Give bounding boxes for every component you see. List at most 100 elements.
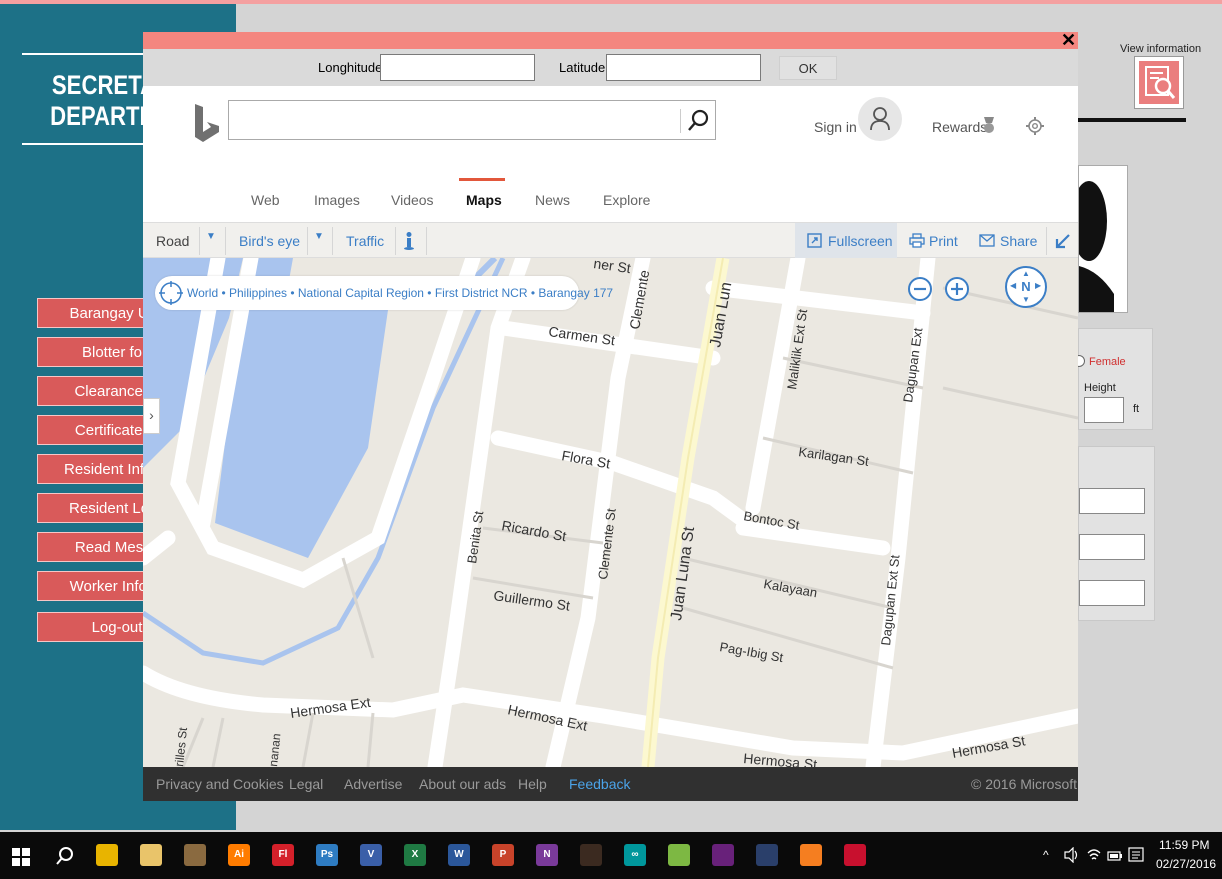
battery-icon[interactable] — [1107, 849, 1123, 867]
dev-icon[interactable] — [756, 844, 778, 866]
visio-icon[interactable]: V — [360, 844, 382, 866]
longitude-label: Longhitude: — [318, 60, 386, 75]
share-mail-icon[interactable] — [979, 234, 995, 252]
bing-header: Sign in Rewards Web Images Videos Maps N… — [143, 86, 1078, 222]
height-label: Height — [1084, 382, 1116, 394]
streetside-person-icon[interactable] — [402, 231, 416, 256]
tab-maps[interactable]: Maps — [466, 192, 502, 208]
action-center-icon[interactable] — [1128, 847, 1144, 868]
street-map: Carmen St Clemente Juan Lun Maliklik Ext… — [143, 258, 1078, 767]
birds-eye-dropdown-chevron-icon[interactable]: ▼ — [314, 231, 324, 242]
female-label: Female — [1089, 356, 1126, 368]
street-label: nanan — [266, 733, 283, 767]
height-input[interactable] — [1084, 397, 1124, 423]
toolbar-separator — [199, 227, 200, 255]
view-information-label: View information — [1120, 43, 1202, 55]
compass-icon[interactable]: N ▲ ▼ ◀ ▶ — [1005, 266, 1047, 308]
toolbar-separator — [225, 227, 226, 255]
clock-date[interactable]: 02/27/2016 — [1156, 857, 1216, 871]
view-information-button[interactable] — [1134, 56, 1184, 109]
ok-button[interactable]: OK — [779, 56, 837, 80]
arduino-label: ∞ — [631, 849, 639, 860]
tab-web[interactable]: Web — [251, 192, 280, 208]
sidebar-divider — [22, 53, 152, 55]
longitude-input[interactable] — [380, 54, 535, 81]
traffic-button[interactable]: Traffic — [346, 233, 384, 249]
android-studio-icon[interactable] — [668, 844, 690, 866]
fullscreen-icon — [807, 233, 822, 248]
rewards-medal-icon[interactable] — [981, 116, 997, 141]
excel-label: X — [411, 849, 419, 860]
expand-panel-chevron-icon[interactable]: › — [143, 398, 160, 434]
toolbar-separator — [1046, 227, 1047, 255]
flash-label: Fl — [278, 849, 288, 860]
search-input[interactable] — [233, 105, 677, 137]
street-label: ner St — [593, 258, 632, 276]
chrome-icon[interactable] — [96, 844, 118, 866]
volume-icon[interactable] — [1064, 846, 1080, 868]
map-toolbar: Road ▼ Bird's eye ▼ Traffic Fullscreen P… — [143, 222, 1078, 258]
toolbar-separator — [307, 227, 308, 255]
excel-icon[interactable]: X — [404, 844, 426, 866]
locate-me-icon[interactable] — [159, 281, 183, 310]
search-box[interactable] — [228, 100, 716, 140]
visual-studio-icon[interactable] — [712, 844, 734, 866]
footer-feedback-link[interactable]: Feedback — [569, 776, 630, 792]
fullscreen-button[interactable]: Fullscreen — [795, 223, 897, 258]
road-dropdown-chevron-icon[interactable]: ▼ — [206, 231, 216, 242]
footer-copyright: © 2016 Microsoft — [971, 776, 1078, 792]
search-icon[interactable] — [687, 108, 711, 137]
illustrator-icon[interactable]: Ai — [228, 844, 250, 866]
file-explorer-icon[interactable] — [140, 844, 162, 866]
divider — [1078, 118, 1186, 122]
footer-help-link[interactable]: Help — [518, 776, 547, 792]
text-field[interactable] — [1079, 488, 1145, 514]
map-canvas[interactable]: Carmen St Clemente Juan Lun Maliklik Ext… — [143, 258, 1078, 767]
windows-start-icon[interactable] — [12, 848, 30, 871]
share-button[interactable]: Share — [1000, 233, 1037, 249]
app-icon[interactable] — [184, 844, 206, 866]
latitude-input[interactable] — [606, 54, 761, 81]
collapse-arrow-icon[interactable] — [1055, 233, 1071, 254]
rewards-link[interactable]: Rewards — [932, 119, 987, 135]
street-label: Kalayaan — [762, 576, 818, 600]
toolbar-separator — [332, 227, 333, 255]
tab-videos[interactable]: Videos — [391, 192, 434, 208]
settings-gear-icon[interactable] — [1025, 116, 1045, 141]
breadcrumb-text[interactable]: World • Philippines • National Capital R… — [187, 286, 613, 300]
footer-privacy-link[interactable]: Privacy and Cookies — [156, 776, 284, 792]
sign-in-link[interactable]: Sign in — [814, 119, 857, 135]
xampp-icon[interactable] — [800, 844, 822, 866]
wifi-icon[interactable] — [1086, 847, 1102, 868]
footer-about-ads-link[interactable]: About our ads — [419, 776, 506, 792]
photoshop-icon[interactable]: Ps — [316, 844, 338, 866]
tab-images[interactable]: Images — [314, 192, 360, 208]
profile-icon[interactable] — [580, 844, 602, 866]
zoom-in-icon[interactable] — [944, 276, 970, 307]
text-field[interactable] — [1079, 534, 1145, 560]
avatar-icon[interactable] — [858, 97, 902, 141]
text-field[interactable] — [1079, 580, 1145, 606]
clock-time[interactable]: 11:59 PM — [1159, 838, 1209, 852]
footer-advertise-link[interactable]: Advertise — [344, 776, 402, 792]
bing-logo-icon[interactable] — [193, 102, 221, 149]
zoom-out-icon[interactable] — [907, 276, 933, 307]
close-icon[interactable]: ✕ — [1061, 30, 1076, 50]
powerpoint-icon[interactable]: P — [492, 844, 514, 866]
active-tab-indicator — [459, 178, 505, 181]
word-icon[interactable]: W — [448, 844, 470, 866]
arduino-icon[interactable]: ∞ — [624, 844, 646, 866]
system-tray-chevron-icon[interactable]: ^ — [1043, 848, 1049, 862]
road-view-button[interactable]: Road — [156, 233, 189, 249]
opera-icon[interactable] — [844, 844, 866, 866]
flash-icon[interactable]: Fl — [272, 844, 294, 866]
tab-news[interactable]: News — [535, 192, 570, 208]
birds-eye-button[interactable]: Bird's eye — [239, 233, 300, 249]
footer-legal-link[interactable]: Legal — [289, 776, 323, 792]
print-button[interactable]: Print — [929, 233, 958, 249]
tab-explore[interactable]: Explore — [603, 192, 650, 208]
map-popup-window: ✕ Longhitude: Latitude: OK Sign in Rewar… — [143, 30, 1078, 801]
onenote-icon[interactable]: N — [536, 844, 558, 866]
print-icon[interactable] — [909, 233, 925, 253]
search-icon[interactable] — [55, 846, 75, 871]
